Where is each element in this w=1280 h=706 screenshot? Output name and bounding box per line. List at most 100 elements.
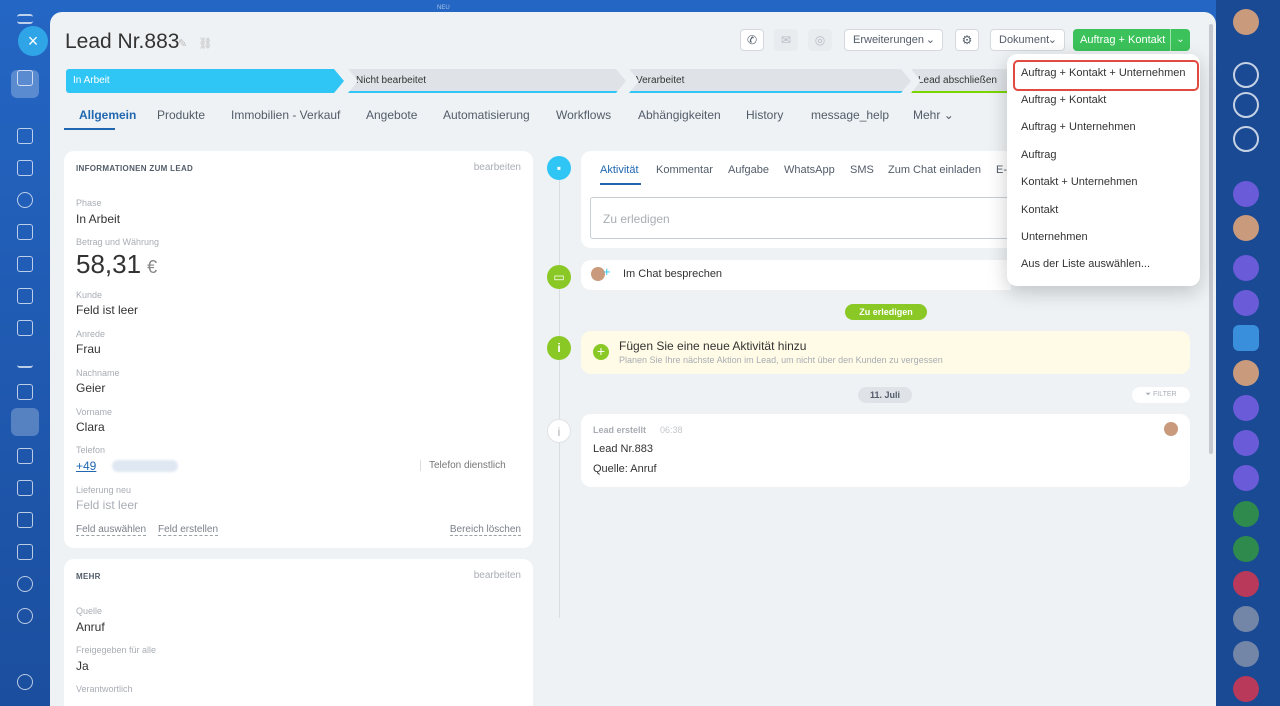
activity-tab-zum-chat-einladen[interactable]: Zum Chat einladen	[888, 164, 981, 176]
close-slider-button[interactable]: ×	[18, 26, 48, 56]
id-card-icon[interactable]	[17, 480, 33, 496]
mail-icon[interactable]: ✉	[774, 29, 798, 51]
chat-icon[interactable]	[17, 256, 33, 272]
tab-message-help[interactable]: message_help	[811, 108, 889, 122]
lock-icon-3[interactable]	[1233, 571, 1259, 597]
stage-lead-abschliessen[interactable]: Lead abschließen	[911, 69, 1011, 93]
activity-tab-kommentar[interactable]: Kommentar	[656, 164, 713, 176]
checkbox-icon[interactable]	[1233, 606, 1259, 632]
chevron-down-icon[interactable]: ⌄	[1170, 29, 1190, 51]
document-button[interactable]: Dokument ⌄	[990, 29, 1065, 51]
quelle-value[interactable]: Anruf	[76, 620, 105, 634]
openline-icon-1[interactable]	[1233, 255, 1259, 281]
menu-item-auftrag[interactable]: Auftrag	[1021, 149, 1056, 161]
card-icon[interactable]	[17, 288, 33, 304]
openline-icon-2[interactable]	[1233, 290, 1259, 316]
tasks-icon[interactable]	[17, 160, 33, 176]
activity-tab-aktivitaet[interactable]: Aktivität	[600, 164, 639, 176]
delete-section-link[interactable]: Bereich löschen	[449, 524, 521, 536]
activity-tab-aufgabe[interactable]: Aufgabe	[728, 164, 769, 176]
contact-avatar-2[interactable]	[1233, 215, 1259, 241]
convert-button[interactable]: Auftrag + Kontakt ⌄	[1073, 29, 1190, 51]
monitor-icon[interactable]	[17, 320, 33, 336]
settings-icon[interactable]	[17, 674, 33, 690]
chat-avatar[interactable]	[1233, 325, 1259, 351]
notifications-icon[interactable]	[1233, 62, 1259, 88]
stage-in-arbeit[interactable]: In Arbeit	[66, 69, 344, 93]
drive-icon[interactable]	[17, 224, 33, 240]
select-field-link[interactable]: Feld auswählen	[76, 524, 147, 536]
tab-workflows[interactable]: Workflows	[556, 108, 611, 122]
tab-produkte[interactable]: Produkte	[157, 108, 205, 122]
tab-history[interactable]: History	[746, 108, 783, 122]
kunde-value[interactable]: Feld ist leer	[76, 303, 138, 317]
tab-immobilien-verkauf[interactable]: Immobilien - Verkauf	[231, 108, 340, 122]
plus-circle-icon[interactable]: +	[593, 344, 609, 360]
filter-button[interactable]: ⏷ FILTER	[1132, 387, 1190, 403]
gear-icon[interactable]: ⚙	[955, 29, 979, 51]
tab-mehr[interactable]: Mehr ⌄	[913, 108, 954, 122]
menu-item-aus-liste-auswaehlen[interactable]: Aus der Liste auswählen...	[1021, 258, 1150, 270]
menu-icon[interactable]	[17, 14, 33, 24]
search-chat-icon[interactable]	[1233, 126, 1259, 152]
menu-item-auftrag-kontakt-unternehmen[interactable]: Auftrag + Kontakt + Unternehmen	[1021, 67, 1186, 79]
lieferung-value[interactable]: Feld ist leer	[76, 498, 138, 512]
activity-tab-whatsapp[interactable]: WhatsApp	[784, 164, 835, 176]
stage-nicht-bearbeitet[interactable]: Nicht bearbeitet	[348, 69, 626, 93]
activity-tab-sms[interactable]: SMS	[850, 164, 874, 176]
vorname-value[interactable]: Clara	[76, 420, 105, 434]
anrede-value[interactable]: Frau	[76, 342, 101, 356]
lock-icon-4[interactable]	[1233, 676, 1259, 702]
contact-avatar-1[interactable]	[1233, 181, 1259, 207]
plus-icon[interactable]: +	[603, 264, 611, 279]
copilot-icon[interactable]	[1233, 92, 1259, 118]
create-field-link[interactable]: Feld erstellen	[158, 524, 219, 536]
title-edit-icons[interactable]: ✎ ⛓	[178, 37, 216, 50]
target-icon[interactable]	[17, 608, 33, 624]
menu-item-kontakt-unternehmen[interactable]: Kontakt + Unternehmen	[1021, 176, 1138, 188]
tab-allgemein[interactable]: Allgemein	[79, 108, 136, 122]
chat-discuss-label[interactable]: Im Chat besprechen	[623, 268, 722, 280]
gauge-icon[interactable]	[17, 512, 33, 528]
group-avatar[interactable]	[1233, 641, 1259, 667]
robot-icon[interactable]	[17, 576, 33, 592]
cart-icon[interactable]	[17, 384, 33, 400]
openline-icon-5[interactable]	[1233, 465, 1259, 491]
chat-discuss-row[interactable]: + Im Chat besprechen	[581, 260, 1011, 290]
todo-input[interactable]: Zu erledigen	[590, 197, 1020, 239]
author-avatar[interactable]	[1164, 422, 1178, 436]
menu-item-unternehmen[interactable]: Unternehmen	[1021, 231, 1088, 243]
calendar-icon[interactable]	[17, 544, 33, 560]
nachname-value[interactable]: Geier	[76, 381, 105, 395]
menu-item-auftrag-unternehmen[interactable]: Auftrag + Unternehmen	[1021, 121, 1136, 133]
menu-item-auftrag-kontakt[interactable]: Auftrag + Kontakt	[1021, 94, 1106, 106]
collapse-icon[interactable]	[11, 70, 39, 98]
contacts-icon[interactable]	[17, 192, 33, 208]
lock-icon-1[interactable]	[1233, 501, 1259, 527]
user-avatar[interactable]	[1233, 9, 1259, 35]
amount-value[interactable]: 58,31 €	[76, 249, 157, 280]
tab-abhaengigkeiten[interactable]: Abhängigkeiten	[638, 108, 721, 122]
scrollbar[interactable]	[1209, 24, 1213, 454]
openline-icon-4[interactable]	[1233, 430, 1259, 456]
shared-value[interactable]: Ja	[76, 659, 89, 673]
activity-tab-email[interactable]: E-	[996, 164, 1007, 176]
edit-link[interactable]: bearbeiten	[474, 162, 521, 173]
crm-filter-icon[interactable]	[11, 408, 39, 436]
openline-icon-3[interactable]	[1233, 395, 1259, 421]
menu-item-kontakt[interactable]: Kontakt	[1021, 204, 1058, 216]
extensions-button[interactable]: Erweiterungen ⌄	[844, 29, 943, 51]
phone-icon[interactable]: ✆	[740, 29, 764, 51]
edit-link[interactable]: bearbeiten	[474, 570, 521, 581]
add-activity-card[interactable]: + Fügen Sie eine neue Aktivität hinzu Pl…	[581, 331, 1190, 374]
stage-verarbeitet[interactable]: Verarbeitet	[629, 69, 911, 93]
tab-angebote[interactable]: Angebote	[366, 108, 417, 122]
document-icon[interactable]	[17, 128, 33, 144]
tab-automatisierung[interactable]: Automatisierung	[443, 108, 530, 122]
contact-avatar-3[interactable]	[1233, 360, 1259, 386]
phone-link[interactable]: +49	[76, 459, 96, 473]
edit-icon[interactable]	[17, 448, 33, 464]
analytics-icon[interactable]	[17, 352, 33, 368]
lock-icon-2[interactable]	[1233, 536, 1259, 562]
phase-value[interactable]: In Arbeit	[76, 212, 120, 226]
